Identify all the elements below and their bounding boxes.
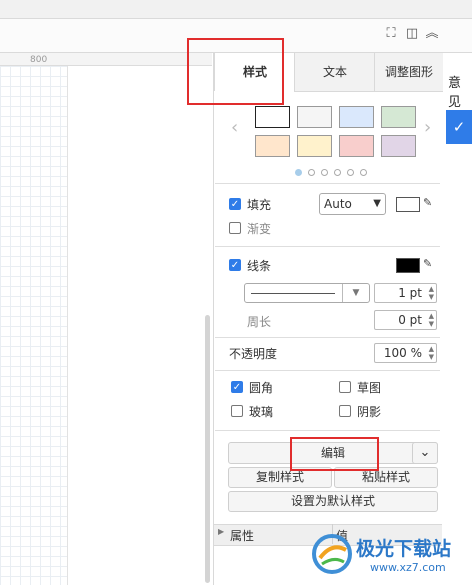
watermark-url: www.xz7.com <box>370 561 446 574</box>
background-check-button: ✓ <box>446 110 472 144</box>
highlight-box-style-tab <box>187 38 284 105</box>
window-top-strip <box>0 0 472 19</box>
eyedropper-icon[interactable]: ✎ <box>423 196 432 209</box>
watermark: 极光下载站 www.xz7.com <box>310 528 470 583</box>
palette-swatch[interactable] <box>255 135 290 157</box>
gradient-checkbox[interactable] <box>229 222 241 234</box>
vertical-scrollbar[interactable] <box>205 315 210 583</box>
palette-swatch[interactable] <box>381 106 416 128</box>
line-checkbox[interactable]: ✓ <box>229 259 241 271</box>
line-width-input[interactable]: 1 pt ▲ ▼ <box>374 283 437 303</box>
spin-arrows-icon[interactable]: ▲ ▼ <box>426 285 434 301</box>
chevron-right-icon[interactable]: ▶ <box>218 527 224 536</box>
highlight-box-edit-button <box>290 437 379 471</box>
glass-label: 玻璃 <box>249 405 274 419</box>
chevron-right-icon[interactable]: › <box>424 117 431 138</box>
palette-swatch[interactable] <box>297 135 332 157</box>
shadow-label: 阴影 <box>357 405 382 419</box>
palette-swatch[interactable] <box>297 106 332 128</box>
set-default-style-button[interactable]: 设置为默认样式 <box>228 491 438 512</box>
palette-page-dot[interactable] <box>308 169 315 176</box>
watermark-logo-icon <box>312 534 352 574</box>
palette-page-dot[interactable] <box>295 169 302 176</box>
palette-swatch[interactable] <box>255 106 290 128</box>
line-style-preview <box>251 293 335 294</box>
chevron-up-icon[interactable]: ︽ <box>425 27 439 41</box>
ruler-mark: 800 <box>30 55 48 65</box>
chevron-left-icon[interactable]: ‹ <box>231 117 238 138</box>
sketch-checkbox[interactable] <box>339 381 351 393</box>
chevron-down-icon: ▼ <box>342 284 369 302</box>
glass-checkbox[interactable] <box>231 405 243 417</box>
tab-text[interactable]: 文本 <box>294 53 375 92</box>
opacity-input[interactable]: 100 % ▲ ▼ <box>374 343 437 363</box>
palette-page-dot[interactable] <box>347 169 354 176</box>
panel-toggle-icon[interactable]: ◫ <box>405 27 419 41</box>
spin-arrows-icon[interactable]: ▲ ▼ <box>426 312 434 328</box>
opacity-label: 不透明度 <box>229 347 278 361</box>
perimeter-value: 0 pt <box>398 313 422 327</box>
properties-column-name: 属性 <box>230 529 255 543</box>
palette-page-dot[interactable] <box>334 169 341 176</box>
divider <box>215 246 440 247</box>
opacity-value: 100 % <box>383 346 422 360</box>
fullscreen-icon[interactable]: ⛶ <box>384 27 398 41</box>
line-label: 线条 <box>247 259 272 273</box>
divider <box>215 430 440 431</box>
fill-label: 填充 <box>247 198 272 212</box>
perimeter-label: 周长 <box>247 315 272 329</box>
eyedropper-icon[interactable]: ✎ <box>423 257 432 270</box>
gradient-label: 渐变 <box>247 222 272 236</box>
fill-mode-select[interactable]: Auto ▼ <box>319 193 386 215</box>
background-window-text: 意见 <box>448 76 462 110</box>
palette-page-dot[interactable] <box>321 169 328 176</box>
palette-page-dot[interactable] <box>360 169 367 176</box>
palette-swatch[interactable] <box>339 135 374 157</box>
tab-arrange[interactable]: 调整图形 <box>374 53 443 92</box>
perimeter-input[interactable]: 0 pt ▲ ▼ <box>374 310 437 330</box>
fill-mode-value: Auto <box>324 197 352 211</box>
shadow-checkbox[interactable] <box>339 405 351 417</box>
rounded-label: 圆角 <box>249 381 274 395</box>
spin-arrows-icon[interactable]: ▲ ▼ <box>426 345 434 361</box>
sketch-label: 草图 <box>357 381 382 395</box>
palette-swatch[interactable] <box>381 135 416 157</box>
chevron-down-icon: ▼ <box>373 198 381 209</box>
rounded-checkbox[interactable]: ✓ <box>231 381 243 393</box>
palette-swatch[interactable] <box>339 106 374 128</box>
divider <box>215 370 440 371</box>
divider <box>215 183 440 184</box>
watermark-brand: 极光下载站 <box>356 538 452 560</box>
canvas-background[interactable] <box>68 66 212 585</box>
edit-style-dropdown[interactable]: ⌄ <box>412 442 438 464</box>
divider <box>215 337 440 338</box>
line-style-select[interactable]: ▼ <box>244 283 370 303</box>
diagram-canvas[interactable] <box>0 66 68 585</box>
line-color-swatch[interactable] <box>396 258 420 273</box>
line-width-value: 1 pt <box>398 286 422 300</box>
fill-checkbox[interactable]: ✓ <box>229 198 241 210</box>
chevron-down-icon: ⌄ <box>419 445 431 460</box>
fill-color-swatch[interactable] <box>396 197 420 212</box>
